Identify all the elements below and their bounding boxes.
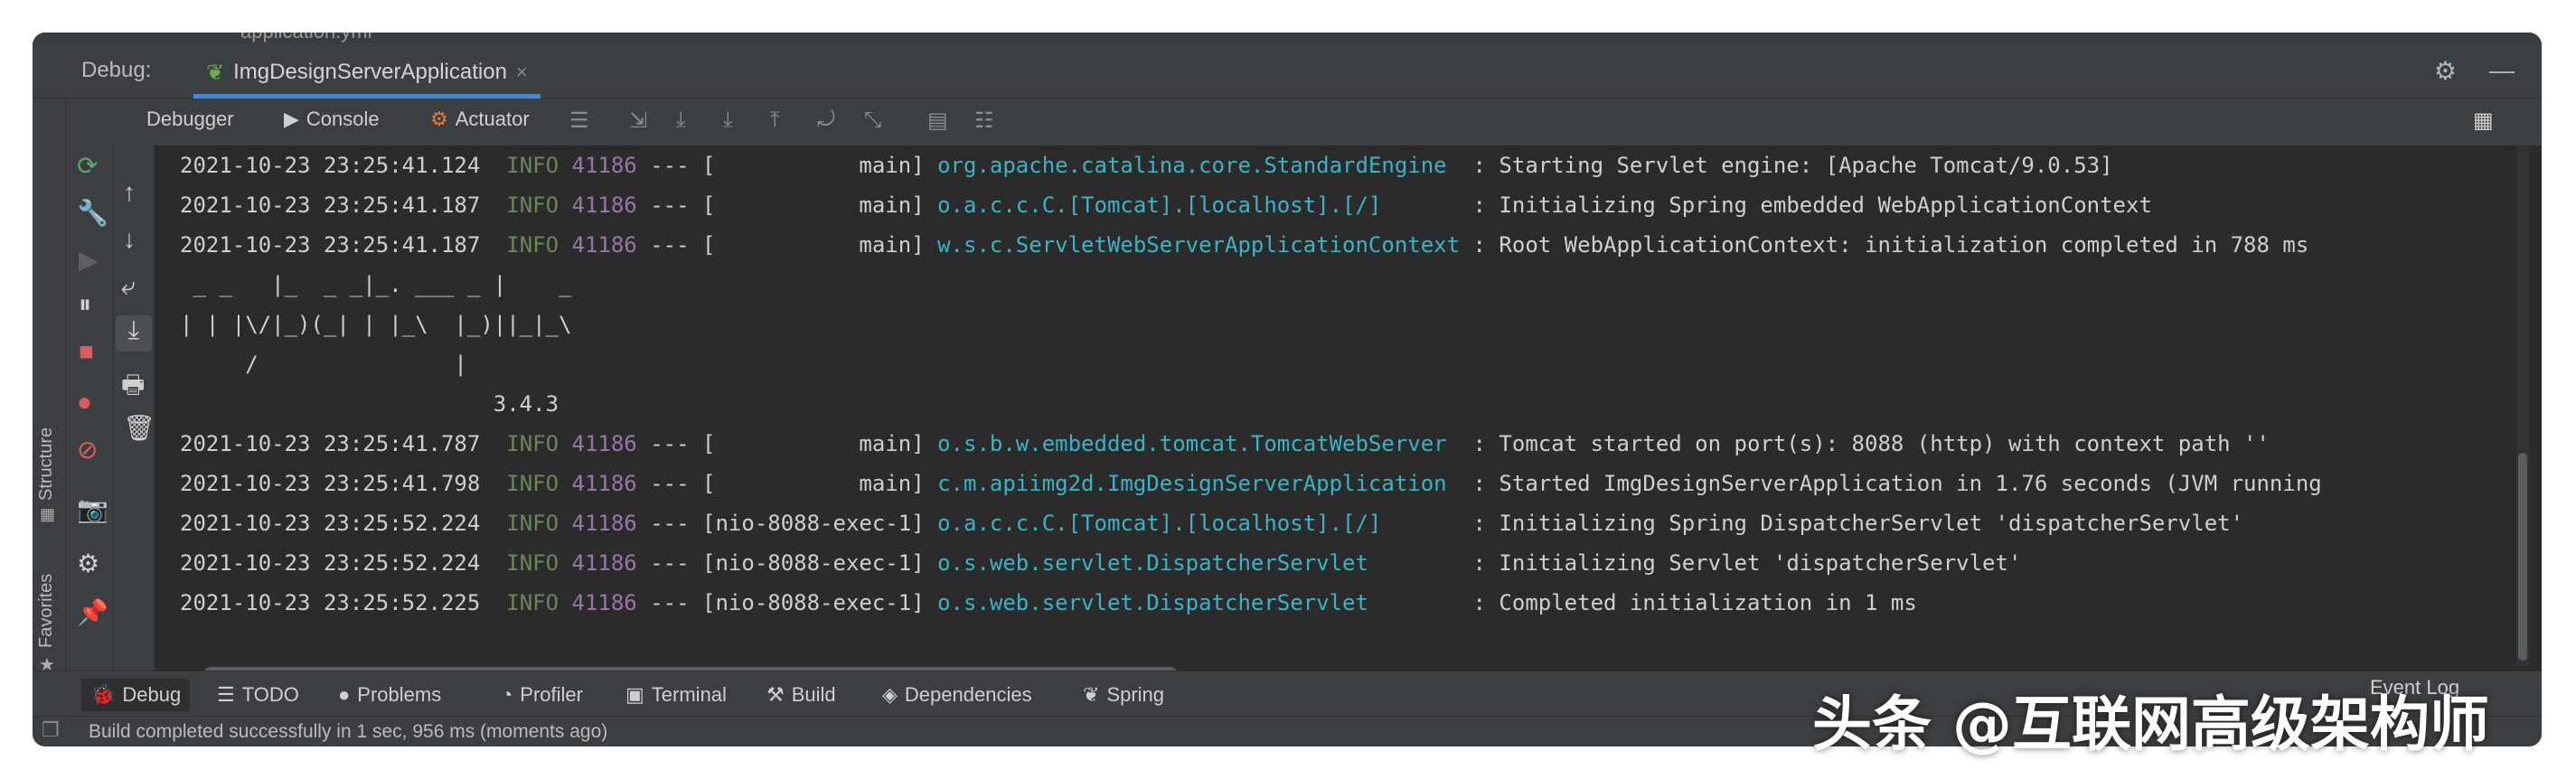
log-line: 2021-10-23 23:25:41.187 INFO 41186 --- [… <box>180 192 2152 218</box>
tab-problems-label: Problems <box>357 683 442 706</box>
step-into-icon[interactable]: ⤓ <box>723 108 733 133</box>
run-config-tab[interactable]: ❦ ImgDesignServerApplication × <box>193 51 541 99</box>
console-icon: ▶ <box>284 108 299 130</box>
tab-terminal[interactable]: ▣ Terminal <box>625 679 727 711</box>
hammer-icon: ⚒ <box>766 683 785 706</box>
bug-icon: 🐞 <box>90 683 116 706</box>
print-icon[interactable]: 🖶 <box>121 366 145 409</box>
step-out-icon[interactable]: ⤒ <box>770 108 780 133</box>
log-line: 2021-10-23 23:25:41.187 INFO 41186 --- [… <box>180 232 2309 258</box>
debugger-tab-label: Debugger <box>146 108 234 130</box>
debug-actions-column: ⟳ 🔧 ▶ ⏸ ■ ● ⊘ 📷 ⚙ 📌 <box>66 145 114 704</box>
wrench-icon[interactable]: 🔧 <box>77 198 108 228</box>
layout-icon[interactable]: ▦ <box>2473 108 2494 134</box>
tab-actuator[interactable]: ⚙ Actuator <box>430 108 530 131</box>
sidebar-favorites[interactable]: Favorites <box>36 574 57 648</box>
list-icon: ☰ <box>217 683 235 706</box>
log-line: 2021-10-23 23:25:52.224 INFO 41186 --- [… <box>180 511 2244 536</box>
tab-profiler-label: Profiler <box>520 683 583 706</box>
vertical-scroll-thumb[interactable] <box>2518 453 2527 661</box>
frames-icon[interactable]: ▤ <box>927 108 948 134</box>
titlebar-actions: ⚙ — <box>2434 56 2515 86</box>
tab-debug[interactable]: 🐞 Debug <box>81 679 191 711</box>
console-tab-label: Console <box>306 108 380 130</box>
profiler-icon: ◔ <box>501 683 513 706</box>
spring-leaf-icon: ❦ <box>1083 683 1100 706</box>
tab-spring[interactable]: ❦ Spring <box>1083 679 1164 711</box>
up-arrow-icon[interactable]: ↑ <box>123 178 136 207</box>
debug-toolbar: Debugger ▶ Console ⚙ Actuator ☰ ⇲ ⤓ ⤓ ⤒ … <box>33 99 2542 146</box>
minimize-icon[interactable]: — <box>2489 56 2515 86</box>
editor-tab-file[interactable]: application.yml <box>240 33 372 43</box>
layers-icon: ◈ <box>882 683 898 706</box>
log-line: 2021-10-23 23:25:52.225 INFO 41186 --- [… <box>180 590 1917 615</box>
tab-todo-label: TODO <box>241 683 299 706</box>
log-line: 2021-10-23 23:25:52.224 INFO 41186 --- [… <box>180 550 2022 576</box>
tab-dependencies[interactable]: ◈ Dependencies <box>882 679 1032 711</box>
pin-icon[interactable]: 📌 <box>77 597 108 627</box>
terminal-icon: ▣ <box>625 683 644 706</box>
watermark: 头条 @互联网高级架构师 <box>1812 690 2489 759</box>
down-arrow-icon[interactable]: ↓ <box>123 225 136 254</box>
console-actions-column: ↑ ↓ ⤶ ⤓ 🖶 🗑 <box>114 145 155 704</box>
ide-window: application.yml Debug: ❦ ImgDesignServer… <box>33 33 2542 746</box>
tab-build-label: Build <box>791 683 836 706</box>
pause-icon[interactable]: ⏸ <box>79 290 91 320</box>
tab-problems[interactable]: ● Problems <box>338 679 441 711</box>
actuator-tab-label: Actuator <box>455 108 530 130</box>
log-line: 2021-10-23 23:25:41.787 INFO 41186 --- [… <box>180 431 2270 456</box>
tab-console[interactable]: ▶ Console <box>284 108 380 131</box>
settings-icon[interactable]: ⚙ <box>77 549 99 578</box>
show-execution-point-icon[interactable]: ⇲ <box>629 108 647 134</box>
tab-dependencies-label: Dependencies <box>904 683 1032 706</box>
evaluate-icon[interactable]: ⤡ <box>864 108 881 133</box>
rerun-icon[interactable]: ⟳ <box>77 151 98 181</box>
soft-wrap-icon[interactable]: ⤶ <box>121 272 136 302</box>
debug-titlebar: Debug: ❦ ImgDesignServerApplication × ⚙ … <box>33 43 2542 99</box>
run-config-tab-label: ImgDesignServerApplication <box>233 60 507 84</box>
settings-list-icon[interactable]: ☷ <box>974 108 994 134</box>
close-icon[interactable]: × <box>516 61 528 84</box>
structure-icon: ▦ <box>40 505 56 523</box>
debug-label: Debug: <box>81 58 152 82</box>
menu-icon[interactable]: ☰ <box>569 108 589 134</box>
left-tool-sidebar: Structure ▦ Favorites ★ <box>33 99 66 704</box>
tab-profiler[interactable]: ◔ Profiler <box>501 679 583 711</box>
actuator-icon: ⚙ <box>430 108 448 130</box>
tab-todo[interactable]: ☰ TODO <box>217 679 299 711</box>
status-text: Build completed successfully in 1 sec, 9… <box>89 721 608 742</box>
scroll-to-end-icon[interactable]: ⤓ <box>116 315 152 352</box>
gear-icon[interactable]: ⚙ <box>2434 56 2457 86</box>
spring-leaf-icon: ❦ <box>206 60 225 85</box>
run-to-cursor-icon[interactable]: ⤾ <box>817 108 835 133</box>
banner-line: | | |\/|_)(_| | |_\ |_)||_|_\ <box>180 312 572 337</box>
resume-icon[interactable]: ▶ <box>79 245 99 275</box>
tab-debug-label: Debug <box>122 683 182 706</box>
log-line: 2021-10-23 23:25:41.124 INFO 41186 --- [… <box>180 153 2113 178</box>
log-line: 2021-10-23 23:25:41.798 INFO 41186 --- [… <box>180 471 2322 496</box>
trash-icon[interactable]: 🗑 <box>123 413 155 443</box>
banner-version: 3.4.3 <box>180 391 559 417</box>
sidebar-structure[interactable]: Structure <box>36 427 57 501</box>
banner-line: / | <box>180 352 467 377</box>
editor-tab-strip: application.yml <box>33 33 2542 43</box>
stop-icon[interactable]: ■ <box>79 337 94 366</box>
banner-line: _ _ |_ _ _|_. ___ _ | _ <box>180 272 572 297</box>
tab-terminal-label: Terminal <box>651 683 727 706</box>
camera-icon[interactable]: 📷 <box>77 494 108 524</box>
tab-debugger[interactable]: Debugger <box>146 108 234 131</box>
console-output[interactable]: 2021-10-23 23:25:41.124 INFO 41186 --- [… <box>155 145 2515 665</box>
vertical-scrollbar[interactable] <box>2516 145 2529 665</box>
info-icon: ● <box>338 683 351 706</box>
mute-breakpoints-icon[interactable]: ⊘ <box>77 435 98 465</box>
step-over-icon[interactable]: ⤓ <box>676 108 686 133</box>
window-icon[interactable]: ❐ <box>42 718 60 742</box>
tab-spring-label: Spring <box>1106 683 1165 706</box>
tab-build[interactable]: ⚒ Build <box>766 679 836 711</box>
view-breakpoints-icon[interactable]: ● <box>77 388 92 417</box>
